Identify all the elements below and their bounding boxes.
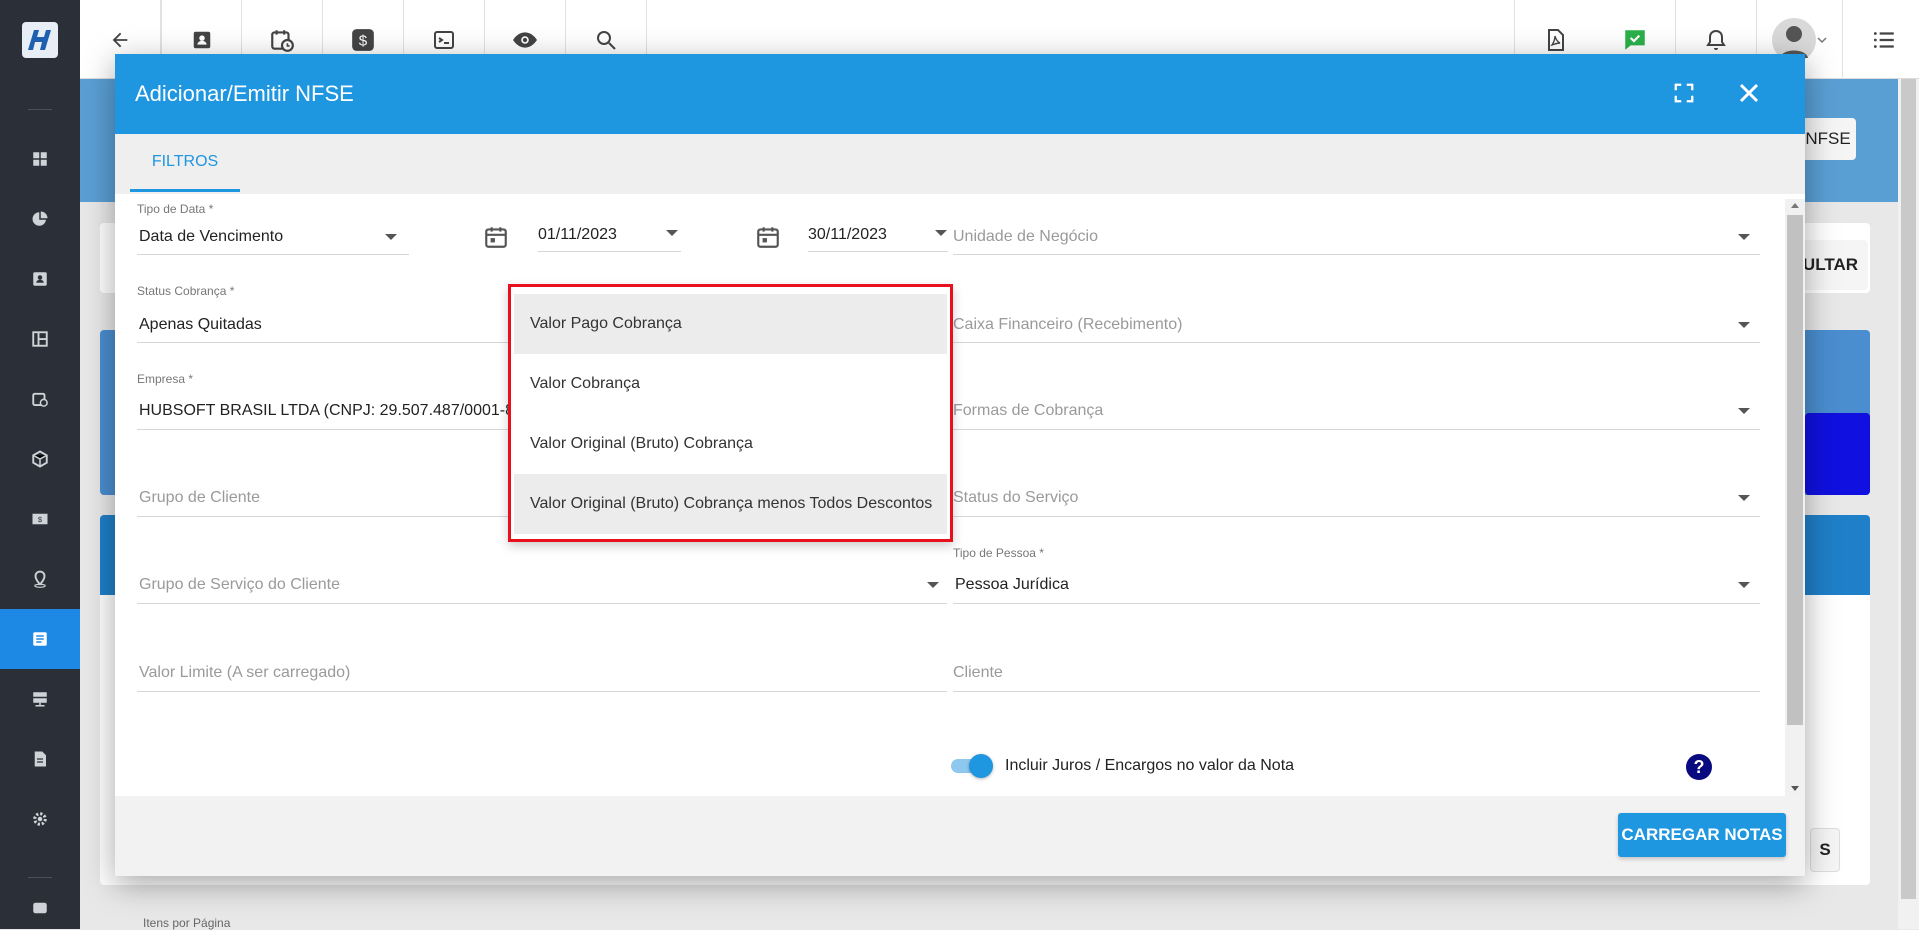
modal-header: Adicionar/Emitir NFSE bbox=[115, 54, 1805, 134]
chevron-down-icon bbox=[1738, 234, 1750, 240]
calendar-start-icon[interactable] bbox=[483, 224, 509, 250]
server-icon[interactable] bbox=[0, 669, 80, 729]
tipo-pessoa-label: Tipo de Pessoa * bbox=[953, 546, 1044, 560]
location-icon[interactable] bbox=[0, 549, 80, 609]
chevron-down-icon bbox=[666, 230, 678, 236]
date-end-value: 30/11/2023 bbox=[808, 226, 887, 243]
help-icon[interactable]: ? bbox=[1686, 754, 1712, 780]
close-icon[interactable] bbox=[1737, 81, 1761, 105]
date-end-input[interactable]: 30/11/2023 bbox=[808, 194, 948, 252]
bg-partial-button: S bbox=[1810, 828, 1840, 872]
tipo-pessoa-value: Pessoa Jurídica bbox=[955, 576, 1069, 593]
status-cobranca-label: Status Cobrança * bbox=[137, 284, 235, 298]
items-per-page-label: Itens por Página bbox=[143, 916, 231, 930]
cliente-input[interactable]: Cliente bbox=[953, 634, 1760, 692]
tab-filtros[interactable]: FILTROS bbox=[130, 134, 240, 192]
sidebar: $ bbox=[0, 79, 80, 929]
status-cobranca-value: Apenas Quitadas bbox=[139, 316, 262, 333]
status-cobranca-select[interactable]: Status Cobrança * Apenas Quitadas bbox=[137, 284, 517, 343]
file-icon[interactable] bbox=[0, 729, 80, 789]
chevron-down-icon bbox=[935, 230, 947, 236]
modal-footer bbox=[115, 796, 1805, 876]
tipo-data-select[interactable]: Tipo de Data * Data de Vencimento bbox=[137, 194, 409, 255]
caixa-financeiro-select[interactable]: Caixa Financeiro (Recebimento) bbox=[953, 284, 1760, 343]
cliente-placeholder: Cliente bbox=[953, 664, 1003, 681]
tipo-data-value: Data de Vencimento bbox=[139, 228, 284, 245]
tipo-pessoa-select[interactable]: Tipo de Pessoa * Pessoa Jurídica bbox=[953, 546, 1760, 604]
formas-cobranca-placeholder: Formas de Cobrança bbox=[953, 402, 1104, 419]
chevron-down-icon bbox=[1738, 495, 1750, 501]
chevron-down-icon bbox=[1738, 322, 1750, 328]
fullscreen-icon[interactable] bbox=[1673, 82, 1695, 104]
calendar-end-icon[interactable] bbox=[755, 224, 781, 250]
formas-cobranca-select[interactable]: Formas de Cobrança bbox=[953, 372, 1760, 430]
modal-tabs: FILTROS bbox=[115, 134, 1805, 194]
chevron-down-icon bbox=[1738, 408, 1750, 414]
modal-title: Adicionar/Emitir NFSE bbox=[135, 81, 354, 106]
empresa-value: HUBSOFT BRASIL LTDA (CNPJ: 29.507.487/00… bbox=[139, 402, 517, 419]
caixa-financeiro-placeholder: Caixa Financeiro (Recebimento) bbox=[953, 316, 1183, 333]
settings-icon[interactable] bbox=[0, 789, 80, 849]
grupo-servico-select[interactable]: Grupo de Serviço do Cliente bbox=[137, 546, 947, 604]
grupo-cliente-placeholder: Grupo de Cliente bbox=[139, 489, 260, 506]
valor-limite-placeholder: Valor Limite (A ser carregado) bbox=[139, 664, 351, 681]
document-list-icon[interactable] bbox=[0, 609, 80, 669]
grupo-servico-placeholder: Grupo de Serviço do Cliente bbox=[139, 576, 340, 593]
modal-scrollbar-thumb[interactable] bbox=[1787, 215, 1803, 725]
carregar-notas-button[interactable]: CARREGAR NOTAS bbox=[1618, 813, 1786, 857]
tipo-data-label: Tipo de Data * bbox=[137, 202, 214, 216]
nfse-button-bg: NFSE bbox=[1800, 118, 1856, 160]
money-icon[interactable]: $ bbox=[0, 489, 80, 549]
svg-text:$: $ bbox=[359, 32, 368, 49]
juros-toggle-label: Incluir Juros / Encargos no valor da Not… bbox=[1005, 757, 1295, 774]
status-servico-placeholder: Status do Serviço bbox=[953, 489, 1079, 506]
modal-body: Tipo de Data * Data de Vencimento 01/11/… bbox=[115, 194, 1805, 796]
package-icon[interactable] bbox=[0, 429, 80, 489]
date-start-input[interactable]: 01/11/2023 bbox=[538, 194, 681, 252]
unidade-negocio-select[interactable]: Unidade de Negócio bbox=[953, 194, 1760, 255]
dropdown-option-valor-original[interactable]: Valor Original (Bruto) Cobrança bbox=[514, 414, 947, 474]
date-start-value: 01/11/2023 bbox=[538, 226, 617, 243]
nfse-modal: Adicionar/Emitir NFSE FILTROS Tipo de Da… bbox=[115, 54, 1805, 876]
unidade-negocio-placeholder: Unidade de Negócio bbox=[953, 228, 1098, 245]
app-logo[interactable] bbox=[0, 0, 80, 79]
pie-chart-icon[interactable] bbox=[0, 189, 80, 249]
bg-dark-blue-card bbox=[1805, 413, 1870, 495]
dropdown-option-valor-cobranca[interactable]: Valor Cobrança bbox=[514, 354, 947, 414]
grupo-cliente-select[interactable]: Grupo de Cliente bbox=[137, 459, 517, 517]
modal-scrollbar[interactable] bbox=[1785, 199, 1805, 797]
valor-dropdown-menu: Valor Pago Cobrança Valor Cobrança Valor… bbox=[508, 284, 953, 542]
valor-limite-input[interactable]: Valor Limite (A ser carregado) bbox=[137, 634, 947, 692]
calendar-icon[interactable] bbox=[0, 369, 80, 429]
dropdown-option-valor-original-descontos[interactable]: Valor Original (Bruto) Cobrança menos To… bbox=[514, 474, 947, 534]
empresa-label: Empresa * bbox=[137, 372, 194, 386]
board-icon[interactable] bbox=[0, 309, 80, 369]
video-icon[interactable] bbox=[0, 899, 80, 929]
contact-icon[interactable] bbox=[0, 249, 80, 309]
chevron-down-icon bbox=[927, 582, 939, 588]
juros-toggle[interactable] bbox=[951, 754, 993, 778]
list-icon[interactable] bbox=[1843, 0, 1919, 79]
page-scrollbar[interactable] bbox=[1898, 79, 1919, 929]
dropdown-option-valor-pago[interactable]: Valor Pago Cobrança bbox=[514, 294, 947, 354]
dashboard-icon[interactable] bbox=[0, 129, 80, 189]
empresa-select[interactable]: Empresa * HUBSOFT BRASIL LTDA (CNPJ: 29.… bbox=[137, 372, 517, 430]
chevron-down-icon bbox=[1738, 582, 1750, 588]
chevron-down-icon bbox=[385, 234, 397, 240]
status-servico-select[interactable]: Status do Serviço bbox=[953, 459, 1760, 517]
